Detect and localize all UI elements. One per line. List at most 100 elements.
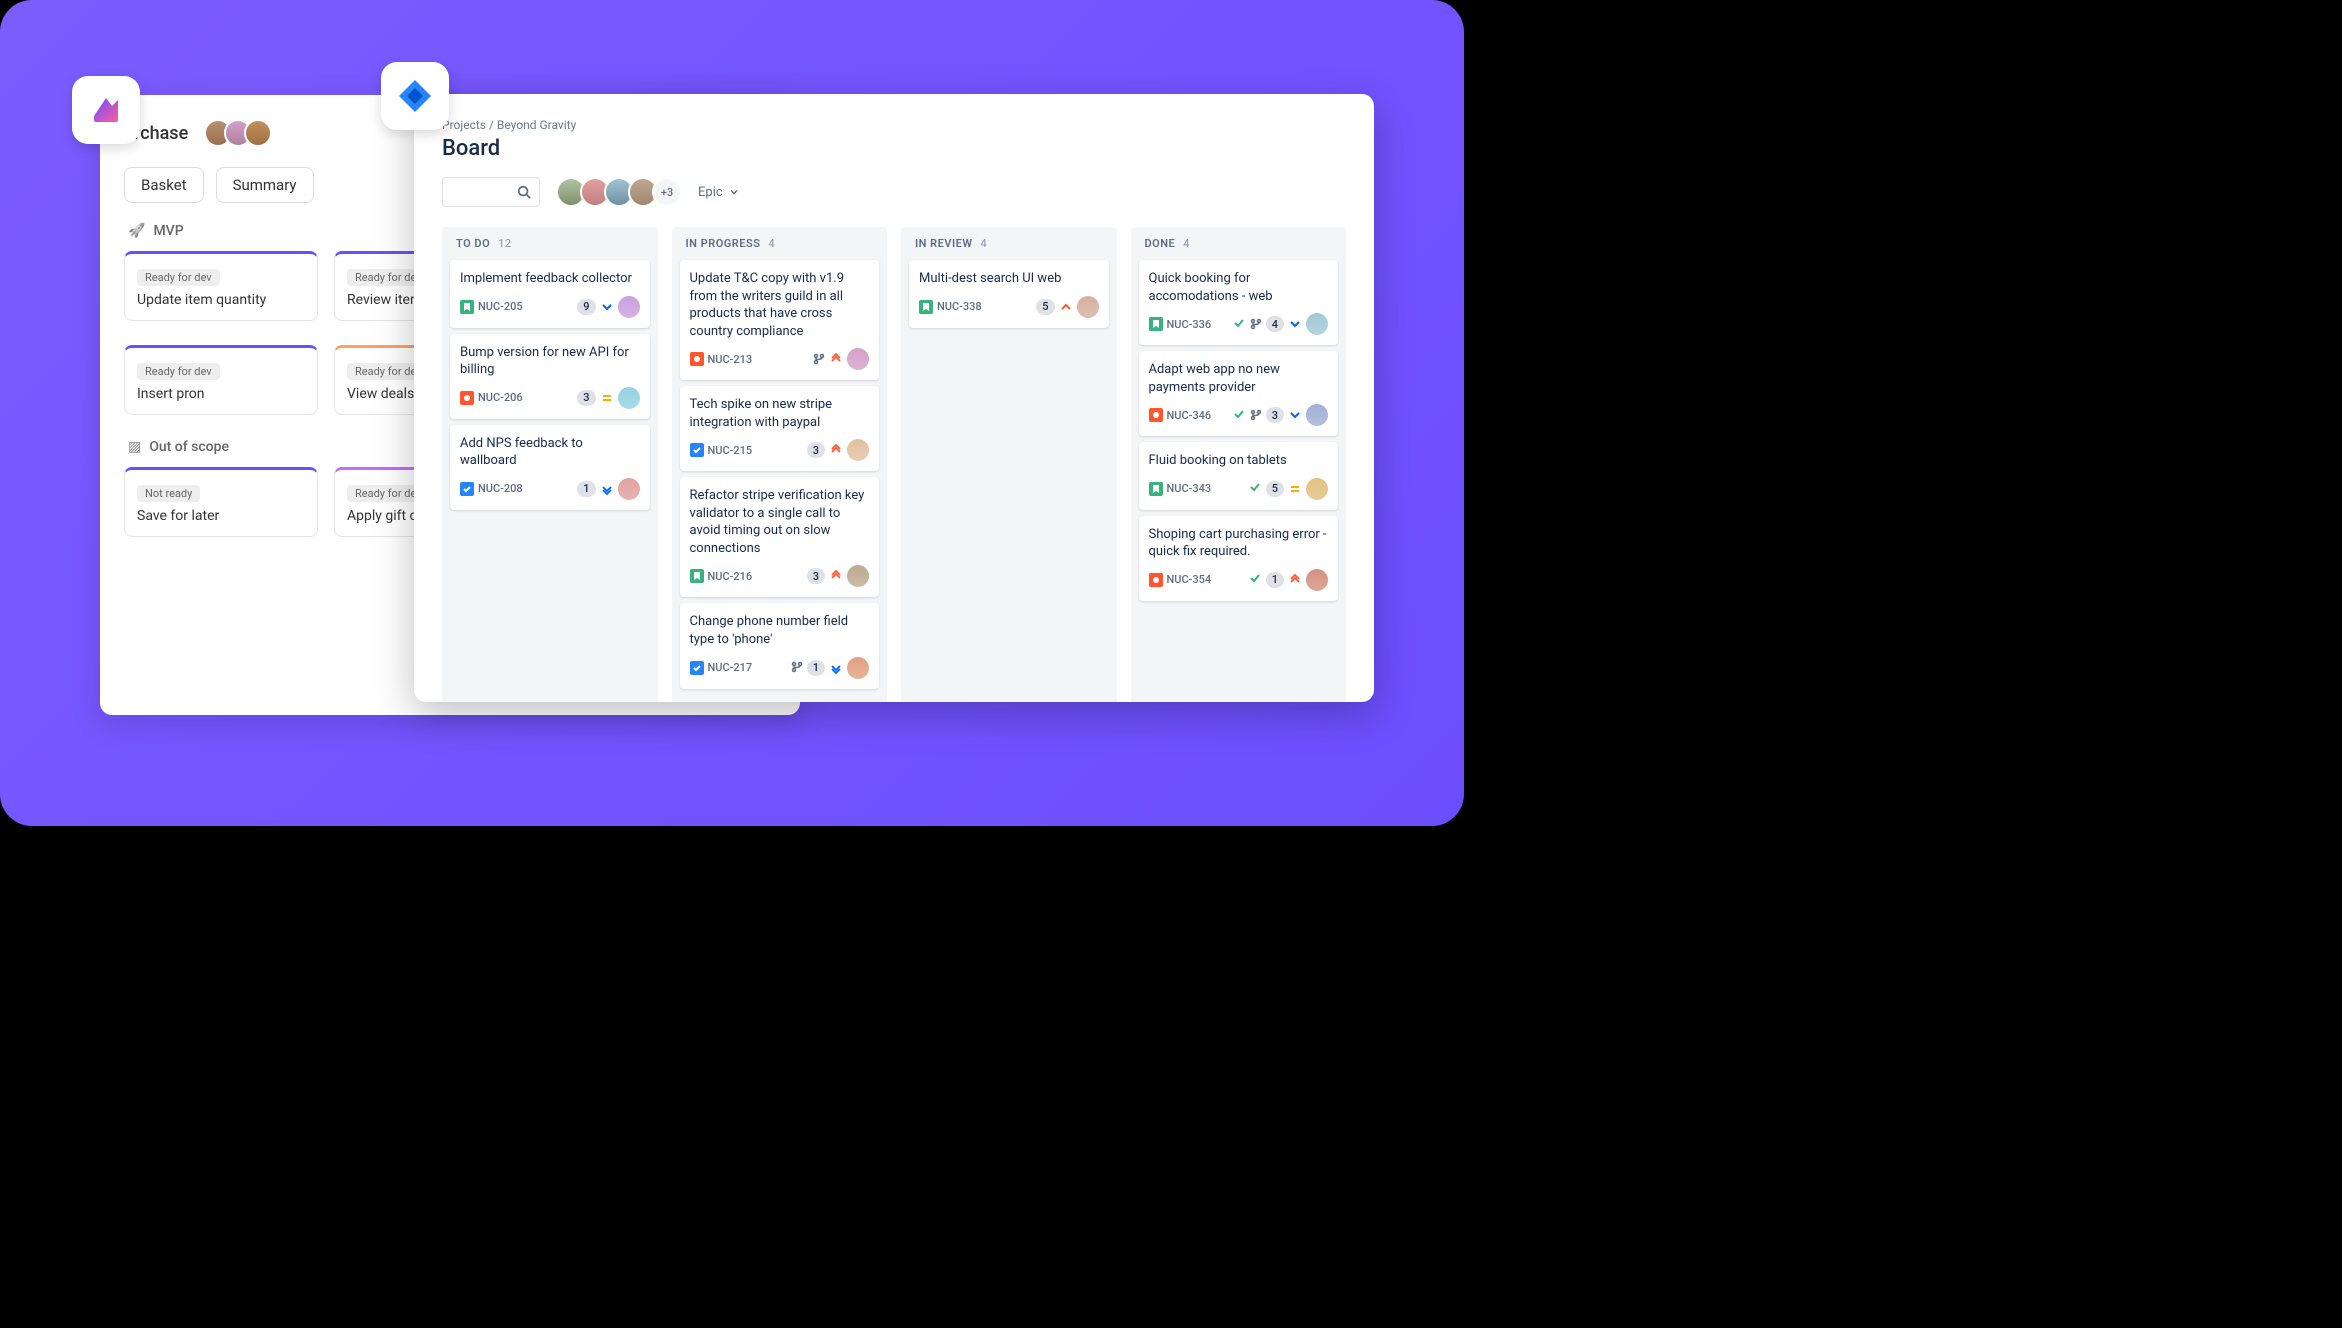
priority-low-icon (1288, 408, 1302, 422)
issue-key: NUC-343 (1167, 482, 1212, 495)
column: DONE4 Quick booking for accomodations - w… (1131, 227, 1347, 702)
epic-filter[interactable]: Epic (698, 185, 739, 200)
section-label: Out of scope (149, 439, 229, 455)
assignee-avatar[interactable] (1077, 296, 1099, 318)
status-tag: Not ready (137, 485, 200, 502)
check-icon (1232, 406, 1246, 425)
issue-key: NUC-346 (1167, 409, 1212, 422)
avatar-more[interactable]: +3 (652, 177, 682, 207)
jira-card[interactable]: Fluid booking on tabletsNUC-3435 (1139, 442, 1339, 510)
jira-icon (381, 62, 449, 130)
column: IN PROGRESS4 Update T&C copy with v1.9 fr… (672, 227, 888, 702)
epic-label: Epic (698, 185, 723, 200)
column-header[interactable]: DONE4 (1139, 237, 1339, 250)
assignee-avatar[interactable] (847, 348, 869, 370)
avatar[interactable] (244, 119, 272, 147)
count-badge: 9 (577, 299, 595, 315)
jira-card[interactable]: Add NPS feedback to wallboardNUC-2081 (450, 425, 650, 510)
story-icon (460, 300, 474, 314)
priority-low-icon (600, 300, 614, 314)
board-avatars: +3 (556, 177, 682, 207)
priority-medium-icon (1288, 482, 1302, 496)
back-card[interactable]: Ready for dev Update item quantity (124, 251, 318, 321)
column-count: 4 (981, 237, 988, 250)
back-card[interactable]: Not ready Save for later (124, 467, 318, 537)
jira-card[interactable]: Refactor stripe verification key validat… (680, 477, 880, 597)
status-tag: Ready for dev (137, 363, 220, 380)
status-tag: Ready for dev (137, 269, 220, 286)
card-title: Fluid booking on tablets (1149, 452, 1329, 470)
column-header[interactable]: IN REVIEW 4 (909, 237, 1109, 250)
column-name: DONE (1145, 237, 1176, 250)
issue-key: NUC-338 (937, 300, 982, 313)
issue-key: NUC-336 (1167, 318, 1212, 331)
column: TO DO12 Implement feedback collector NUC-2… (442, 227, 658, 702)
breadcrumb[interactable]: Projects / Beyond Gravity (442, 118, 1346, 132)
column-count: 12 (498, 237, 511, 250)
card-title: Change phone number field type to 'phone… (690, 613, 870, 648)
search-input[interactable] (442, 177, 540, 207)
jira-card[interactable]: Multi-dest search UI webNUC-3385 (909, 260, 1109, 328)
column-count: 4 (768, 237, 775, 250)
column-header[interactable]: TO DO12 (450, 237, 650, 250)
card-title: Adapt web app no new payments provider (1149, 361, 1329, 396)
branch-icon (1250, 406, 1262, 425)
back-card[interactable]: Ready for dev Insert pron (124, 345, 318, 415)
column-header[interactable]: IN PROGRESS4 (680, 237, 880, 250)
branch-icon (1250, 315, 1262, 334)
assignee-avatar[interactable] (618, 296, 640, 318)
card-title: Quick booking for accomodations - web (1149, 270, 1329, 305)
count-badge: 1 (577, 481, 595, 497)
jira-card[interactable]: Quick booking for accomodations - web NUC… (1139, 260, 1339, 345)
story-icon (919, 300, 933, 314)
assignee-avatar[interactable] (847, 657, 869, 679)
tab-basket[interactable]: Basket (124, 167, 204, 203)
count-badge: 3 (577, 390, 595, 406)
assignee-avatar[interactable] (847, 439, 869, 461)
card-title: Bump version for new API for billing (460, 344, 640, 379)
jira-card[interactable]: Bump version for new API for billingNUC-… (450, 334, 650, 419)
assignee-avatar[interactable] (1306, 404, 1328, 426)
count-badge: 5 (1036, 299, 1054, 315)
jira-card[interactable]: Update T&C copy with v1.9 from the write… (680, 260, 880, 380)
assignee-avatar[interactable] (618, 387, 640, 409)
out-of-scope-icon (128, 439, 141, 455)
tab-summary[interactable]: Summary (216, 167, 314, 203)
assignee-avatar[interactable] (1306, 313, 1328, 335)
issue-key: NUC-354 (1167, 573, 1212, 586)
assignee-avatar[interactable] (618, 478, 640, 500)
assignee-avatar[interactable] (1306, 478, 1328, 500)
back-avatars (204, 119, 272, 147)
branch-icon (791, 658, 803, 677)
column-name: IN REVIEW (915, 237, 973, 250)
count-badge: 3 (1266, 407, 1284, 423)
priority-highest-icon (829, 443, 843, 457)
count-badge: 1 (1266, 572, 1284, 588)
jira-card[interactable]: Adapt web app no new payments provider NU… (1139, 351, 1339, 436)
story-icon (1149, 482, 1163, 496)
card-title: Implement feedback collector (460, 270, 640, 288)
priority-lowest-icon (829, 661, 843, 675)
check-icon (1232, 315, 1246, 334)
bug-icon (1149, 573, 1163, 587)
issue-key: NUC-205 (478, 300, 523, 313)
jira-card[interactable]: Shoping cart purchasing error - quick fi… (1139, 516, 1339, 601)
check-icon (1248, 570, 1262, 589)
jira-card[interactable]: Implement feedback collector NUC-205 9 (450, 260, 650, 328)
back-card-title: Update item quantity (137, 292, 305, 308)
priority-low-icon (1288, 317, 1302, 331)
assignee-avatar[interactable] (847, 565, 869, 587)
card-title: Shoping cart purchasing error - quick fi… (1149, 526, 1329, 561)
priority-highest-icon (829, 352, 843, 366)
back-card-title: Insert pron (137, 386, 305, 402)
assignee-avatar[interactable] (1306, 569, 1328, 591)
jira-card[interactable]: Tech spike on new stripe integration wit… (680, 386, 880, 471)
jira-window: Projects / Beyond Gravity Board +3 Epic … (414, 94, 1374, 702)
back-card-title: Save for later (137, 508, 305, 524)
issue-key: NUC-213 (708, 353, 753, 366)
card-title: Update T&C copy with v1.9 from the write… (690, 270, 870, 340)
jira-card[interactable]: Change phone number field type to 'phone… (680, 603, 880, 688)
issue-key: NUC-215 (708, 444, 753, 457)
rocket-icon (128, 223, 145, 239)
check-icon (1248, 479, 1262, 498)
